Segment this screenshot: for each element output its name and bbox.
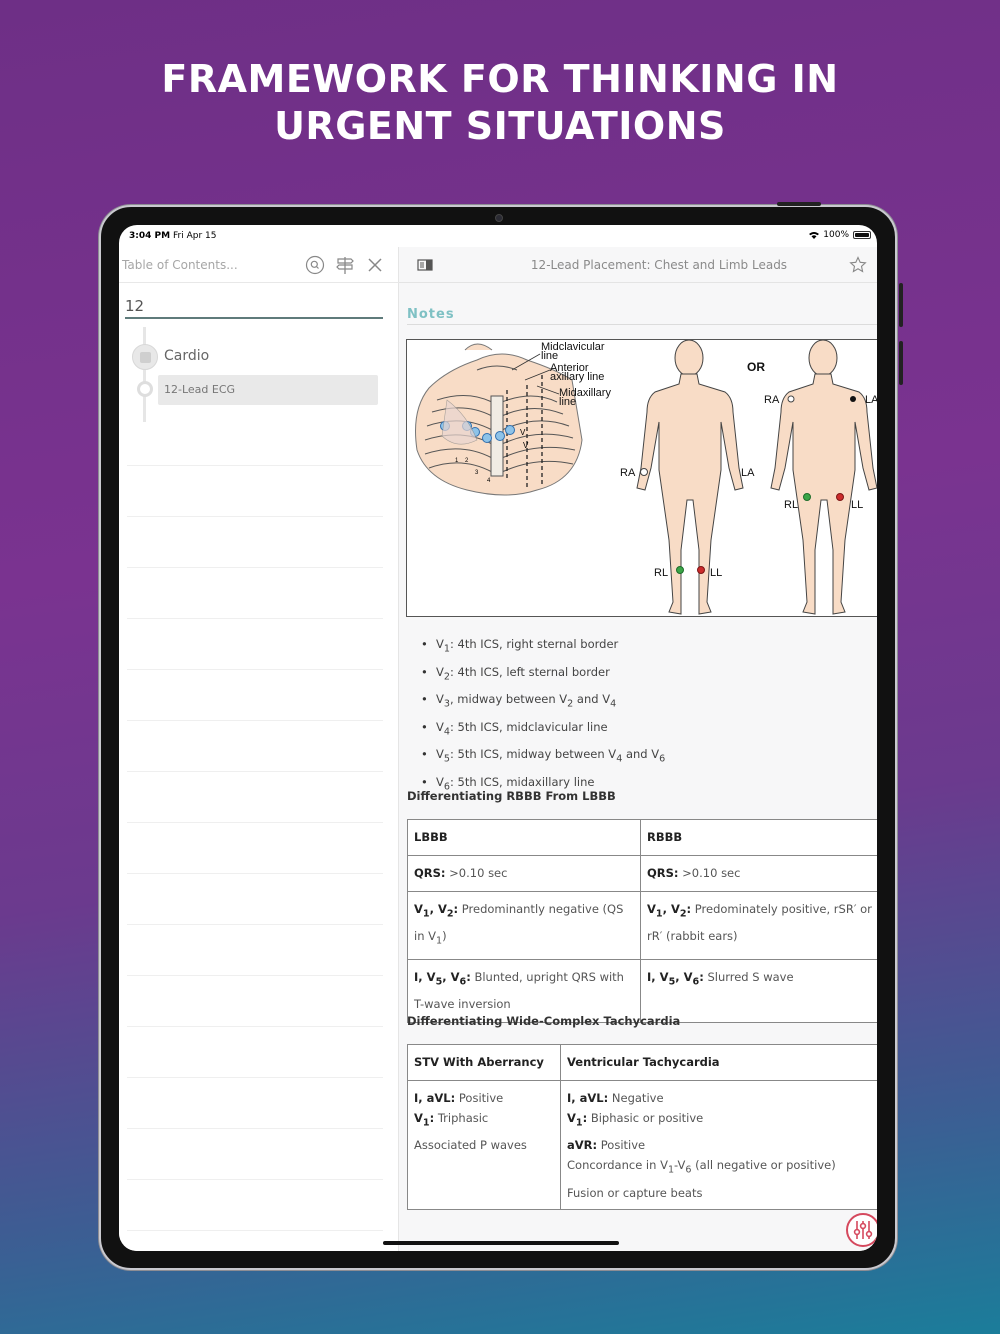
svg-text:RL: RL bbox=[654, 567, 668, 579]
document-title: 12-Lead Placement: Chest and Limb Leads bbox=[530, 258, 788, 272]
power-button bbox=[777, 202, 821, 206]
toc-item-label: 12-Lead ECG bbox=[164, 383, 236, 396]
screen: 3:04 PM Fri Apr 15 100% Table of Content… bbox=[119, 225, 877, 1251]
table-header-row: STV With Aberrancy Ventricular Tachycard… bbox=[407, 1044, 877, 1081]
rbbb-lbbb-table: LBBB RBBB QRS: >0.10 sec QRS: >0.10 sec … bbox=[407, 819, 877, 1023]
tree-node bbox=[137, 381, 153, 397]
search-circle-icon[interactable] bbox=[305, 255, 325, 275]
headline-line2: URGENT SITUATIONS bbox=[274, 104, 726, 148]
svg-text:LA: LA bbox=[741, 467, 755, 479]
label-anterior-2: axillary line bbox=[550, 371, 604, 383]
or-label: OR bbox=[747, 360, 765, 374]
document-pane: 12-Lead Placement: Chest and Limb Leads … bbox=[399, 247, 877, 1251]
svg-text:V: V bbox=[520, 428, 526, 437]
home-indicator[interactable] bbox=[383, 1241, 619, 1245]
volume-button bbox=[899, 283, 903, 327]
lead-placement-illustration: V V 1 2 3 4 Midclavicular line Anterior … bbox=[415, 339, 877, 615]
table-row: V1, V2: Predominantly negative (QS in V1… bbox=[407, 891, 877, 960]
svg-text:RA: RA bbox=[620, 467, 636, 479]
section-heading-rbbb-lbbb: Differentiating RBBB From LBBB bbox=[407, 789, 616, 803]
body-figure-1 bbox=[636, 339, 744, 615]
body-figure-2 bbox=[770, 339, 877, 615]
svg-text:LA: LA bbox=[865, 394, 877, 406]
favorite-star-icon[interactable] bbox=[849, 256, 867, 274]
tree-line bbox=[143, 327, 146, 422]
volume-button-2 bbox=[899, 341, 903, 385]
list-item: V5: 5th ICS, midway between V4 and V6 bbox=[421, 743, 665, 771]
toc-item-12-lead-ecg[interactable]: 12-Lead ECG bbox=[158, 375, 378, 405]
toc-toolbar: Table of Contents... bbox=[119, 247, 399, 283]
svg-text:RL: RL bbox=[784, 499, 798, 511]
label-midclavicular-2: line bbox=[541, 350, 558, 362]
tablet-device: 3:04 PM Fri Apr 15 100% Table of Content… bbox=[99, 202, 903, 1270]
camera-icon bbox=[495, 214, 503, 222]
adjust-settings-button[interactable] bbox=[846, 1213, 877, 1247]
table-cell: I, aVL: Negative V1: Biphasic or positiv… bbox=[560, 1079, 877, 1211]
battery-percent: 100% bbox=[823, 230, 849, 240]
list-item: V4: 5th ICS, midclavicular line bbox=[421, 716, 665, 744]
table-row: I, aVL: Positive V1: Triphasic Associate… bbox=[407, 1079, 877, 1211]
table-cell: V1, V2: Predominantly negative (QS in V1… bbox=[407, 891, 641, 960]
toc-search-input[interactable]: Table of Contents... bbox=[122, 258, 238, 272]
table-header-row: LBBB RBBB bbox=[407, 819, 877, 856]
toc-empty-rows bbox=[127, 415, 383, 1245]
svg-text:RA: RA bbox=[764, 394, 780, 406]
list-item: V1: 4th ICS, right sternal border bbox=[421, 633, 665, 661]
svg-text:V: V bbox=[523, 441, 529, 450]
lead-placement-list: V1: 4th ICS, right sternal border V2: 4t… bbox=[421, 633, 665, 799]
status-date: Fri Apr 15 bbox=[173, 231, 217, 241]
table-cell: I, aVL: Positive V1: Triphasic Associate… bbox=[407, 1079, 561, 1211]
table-row: I, V5, V6: Blunted, upright QRS with T-w… bbox=[407, 958, 877, 1023]
table-cell: QRS: >0.10 sec bbox=[640, 855, 877, 892]
sliders-icon bbox=[853, 1221, 873, 1239]
table-header: STV With Aberrancy bbox=[407, 1044, 561, 1081]
table-cell: V1, V2: Predominately positive, rSR′ or … bbox=[640, 891, 877, 960]
lead-placement-figure: V V 1 2 3 4 Midclavicular line Anterior … bbox=[406, 339, 877, 617]
toc-category-cardio[interactable]: Cardio bbox=[164, 348, 209, 364]
table-cell: QRS: >0.10 sec bbox=[407, 855, 641, 892]
status-time: 3:04 PM bbox=[129, 231, 171, 241]
status-bar: 3:04 PM Fri Apr 15 100% bbox=[119, 225, 877, 247]
table-cell: I, V5, V6: Slurred S wave bbox=[640, 958, 877, 1023]
toc-query-field[interactable]: 12 bbox=[125, 297, 383, 319]
section-heading-wide-complex: Differentiating Wide-Complex Tachycardia bbox=[407, 1014, 681, 1028]
svg-text:LL: LL bbox=[851, 499, 863, 511]
table-cell: I, V5, V6: Blunted, upright QRS with T-w… bbox=[407, 958, 641, 1023]
notes-divider bbox=[407, 324, 877, 325]
list-item: V2: 4th ICS, left sternal border bbox=[421, 661, 665, 689]
notes-heading: Notes bbox=[407, 307, 455, 322]
table-row: QRS: >0.10 sec QRS: >0.10 sec bbox=[407, 855, 877, 892]
list-item: V3, midway between V2 and V4 bbox=[421, 688, 665, 716]
headline-line1: FRAMEWORK FOR THINKING IN bbox=[161, 57, 839, 101]
wifi-icon bbox=[809, 232, 820, 239]
battery-icon bbox=[853, 231, 871, 239]
headline: FRAMEWORK FOR THINKING IN URGENT SITUATI… bbox=[0, 56, 1000, 150]
label-midaxillary-2: line bbox=[559, 396, 576, 408]
table-header: Ventricular Tachycardia bbox=[560, 1044, 877, 1081]
toc-pane: Table of Contents... 12 Cardio 12-Lead E… bbox=[119, 247, 399, 1251]
close-icon[interactable] bbox=[365, 255, 385, 275]
svg-text:LL: LL bbox=[710, 567, 722, 579]
document-toolbar: 12-Lead Placement: Chest and Limb Leads bbox=[399, 247, 877, 283]
table-header: LBBB bbox=[407, 819, 641, 856]
wide-complex-table: STV With Aberrancy Ventricular Tachycard… bbox=[407, 1044, 877, 1211]
signpost-icon[interactable] bbox=[335, 255, 355, 275]
cardio-icon bbox=[132, 344, 158, 370]
table-header: RBBB bbox=[640, 819, 877, 856]
